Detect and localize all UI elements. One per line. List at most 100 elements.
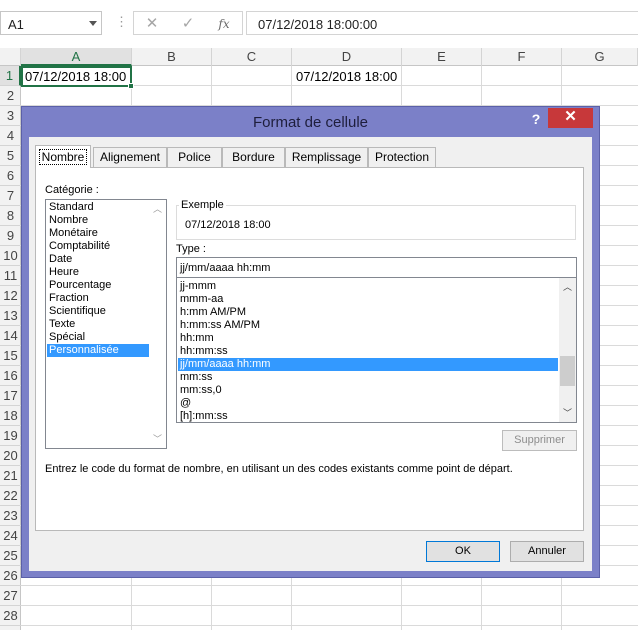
format-item[interactable]: h:mm AM/PM <box>178 306 558 319</box>
tab-label: Nombre <box>41 150 85 164</box>
column-header[interactable]: E <box>402 48 482 66</box>
column-header[interactable]: D <box>292 48 402 66</box>
row-header[interactable]: 6 <box>0 166 21 186</box>
tab-police[interactable]: Police <box>167 147 222 167</box>
tab-protection[interactable]: Protection <box>368 147 436 167</box>
row-header[interactable]: 8 <box>0 206 21 226</box>
fill-handle[interactable] <box>128 83 134 89</box>
row-header[interactable]: 4 <box>0 126 21 146</box>
format-item[interactable]: mm:ss <box>178 371 558 384</box>
category-item[interactable]: Monétaire <box>47 227 149 240</box>
row-header[interactable]: 17 <box>0 386 21 406</box>
column-header[interactable]: A <box>21 48 132 66</box>
row-header[interactable]: 21 <box>0 466 21 486</box>
row-header[interactable]: 23 <box>0 506 21 526</box>
cancel-button[interactable]: Annuler <box>510 541 584 562</box>
row-header[interactable]: 14 <box>0 326 21 346</box>
category-item[interactable]: Scientifique <box>47 305 149 318</box>
row-header[interactable]: 12 <box>0 286 21 306</box>
row-header[interactable]: 2 <box>0 86 21 106</box>
row-header[interactable]: 19 <box>0 426 21 446</box>
row-header[interactable]: 13 <box>0 306 21 326</box>
chevron-down-icon[interactable] <box>89 21 97 26</box>
format-item[interactable]: @ <box>178 397 558 410</box>
category-item[interactable]: Comptabilité <box>47 240 149 253</box>
chevron-up-icon[interactable]: ︿ <box>559 280 576 294</box>
category-item[interactable]: Nombre <box>47 214 149 227</box>
tab-nombre[interactable]: Nombre <box>35 145 91 168</box>
formula-buttons: ✕ ✓ fx <box>133 11 243 35</box>
row-header[interactable]: 9 <box>0 226 21 246</box>
column-header[interactable]: B <box>132 48 212 66</box>
category-item[interactable]: Heure <box>47 266 149 279</box>
category-item-selected[interactable]: Personnalisée <box>47 344 149 357</box>
chevron-down-icon[interactable]: ﹀ <box>559 406 576 420</box>
category-item[interactable]: Standard <box>47 201 149 214</box>
name-box[interactable]: A1 <box>0 11 102 35</box>
column-header[interactable]: G <box>562 48 638 66</box>
category-item[interactable]: Date <box>47 253 149 266</box>
format-item[interactable]: mmm-aa <box>178 293 558 306</box>
formula-input[interactable]: 07/12/2018 18:00:00 <box>246 11 638 35</box>
insert-function-icon[interactable]: fx <box>214 14 234 34</box>
select-all-corner[interactable] <box>0 48 21 66</box>
row-header[interactable]: 11 <box>0 266 21 286</box>
category-list[interactable]: Standard Nombre Monétaire Comptabilité D… <box>45 199 167 449</box>
row-header[interactable]: 10 <box>0 246 21 266</box>
ok-button[interactable]: OK <box>426 541 500 562</box>
format-item[interactable]: mm:ss,0 <box>178 384 558 397</box>
row-header[interactable]: 28 <box>0 606 21 626</box>
formula-value: 07/12/2018 18:00:00 <box>258 17 378 32</box>
column-header[interactable]: C <box>212 48 292 66</box>
row-header[interactable]: 16 <box>0 366 21 386</box>
type-input[interactable]: jj/mm/aaaa hh:mm <box>176 257 577 278</box>
row-header[interactable]: 18 <box>0 406 21 426</box>
category-item[interactable]: Spécial <box>47 331 149 344</box>
help-button[interactable]: ? <box>526 110 546 128</box>
format-item[interactable]: hh:mm:ss <box>178 345 558 358</box>
chevron-down-icon[interactable]: ﹀ <box>149 432 166 446</box>
close-button[interactable]: ✕ <box>548 108 593 128</box>
category-item[interactable]: Pourcentage <box>47 279 149 292</box>
column-headers: A B C D E F G <box>0 48 638 66</box>
category-scrollbar[interactable]: ︿ ﹀ <box>149 200 166 448</box>
delete-button[interactable]: Supprimer <box>502 430 577 451</box>
format-item[interactable]: h:mm:ss AM/PM <box>178 319 558 332</box>
row-header[interactable]: 24 <box>0 526 21 546</box>
format-item[interactable]: jj-mmm <box>178 280 558 293</box>
name-box-value: A1 <box>8 17 24 32</box>
row-header[interactable]: 20 <box>0 446 21 466</box>
row-header[interactable]: 22 <box>0 486 21 506</box>
tab-remplissage[interactable]: Remplissage <box>285 147 368 167</box>
dialog-body: Nombre Alignement Police Bordure Remplis… <box>29 137 592 571</box>
row-header[interactable]: 3 <box>0 106 21 126</box>
row-header[interactable]: 27 <box>0 586 21 606</box>
row-header[interactable]: 7 <box>0 186 21 206</box>
tab-alignement[interactable]: Alignement <box>93 147 167 167</box>
cell-d1[interactable]: 07/12/2018 18:00 <box>296 69 397 84</box>
drag-handle-icon[interactable]: ⋮ <box>115 14 128 30</box>
active-cell-border <box>21 66 132 87</box>
column-header[interactable]: F <box>482 48 562 66</box>
formula-bar: A1 ⋮ ✕ ✓ fx 07/12/2018 18:00:00 <box>0 0 638 48</box>
format-scrollbar[interactable]: ︿ ﹀ <box>559 278 576 422</box>
row-header[interactable]: 26 <box>0 566 21 586</box>
format-list[interactable]: jj-mmm mmm-aa h:mm AM/PM h:mm:ss AM/PM h… <box>176 277 577 423</box>
enter-icon[interactable]: ✓ <box>178 14 198 34</box>
row-header[interactable]: 25 <box>0 546 21 566</box>
tab-panel-nombre: Catégorie : Standard Nombre Monétaire Co… <box>35 167 584 531</box>
format-item[interactable]: hh:mm <box>178 332 558 345</box>
category-label: Catégorie : <box>45 184 99 196</box>
category-item[interactable]: Texte <box>47 318 149 331</box>
cancel-icon[interactable]: ✕ <box>142 14 162 34</box>
tab-bordure[interactable]: Bordure <box>222 147 285 167</box>
row-header[interactable]: 1 <box>0 66 21 86</box>
scrollbar-thumb[interactable] <box>560 356 575 386</box>
format-item[interactable]: [h]:mm:ss <box>178 410 558 423</box>
format-item-selected[interactable]: jj/mm/aaaa hh:mm <box>178 358 558 371</box>
format-cells-dialog: Format de cellule ? ✕ Nombre Alignement … <box>21 106 600 578</box>
chevron-up-icon[interactable]: ︿ <box>149 202 166 216</box>
row-header[interactable]: 15 <box>0 346 21 366</box>
row-header[interactable]: 5 <box>0 146 21 166</box>
category-item[interactable]: Fraction <box>47 292 149 305</box>
